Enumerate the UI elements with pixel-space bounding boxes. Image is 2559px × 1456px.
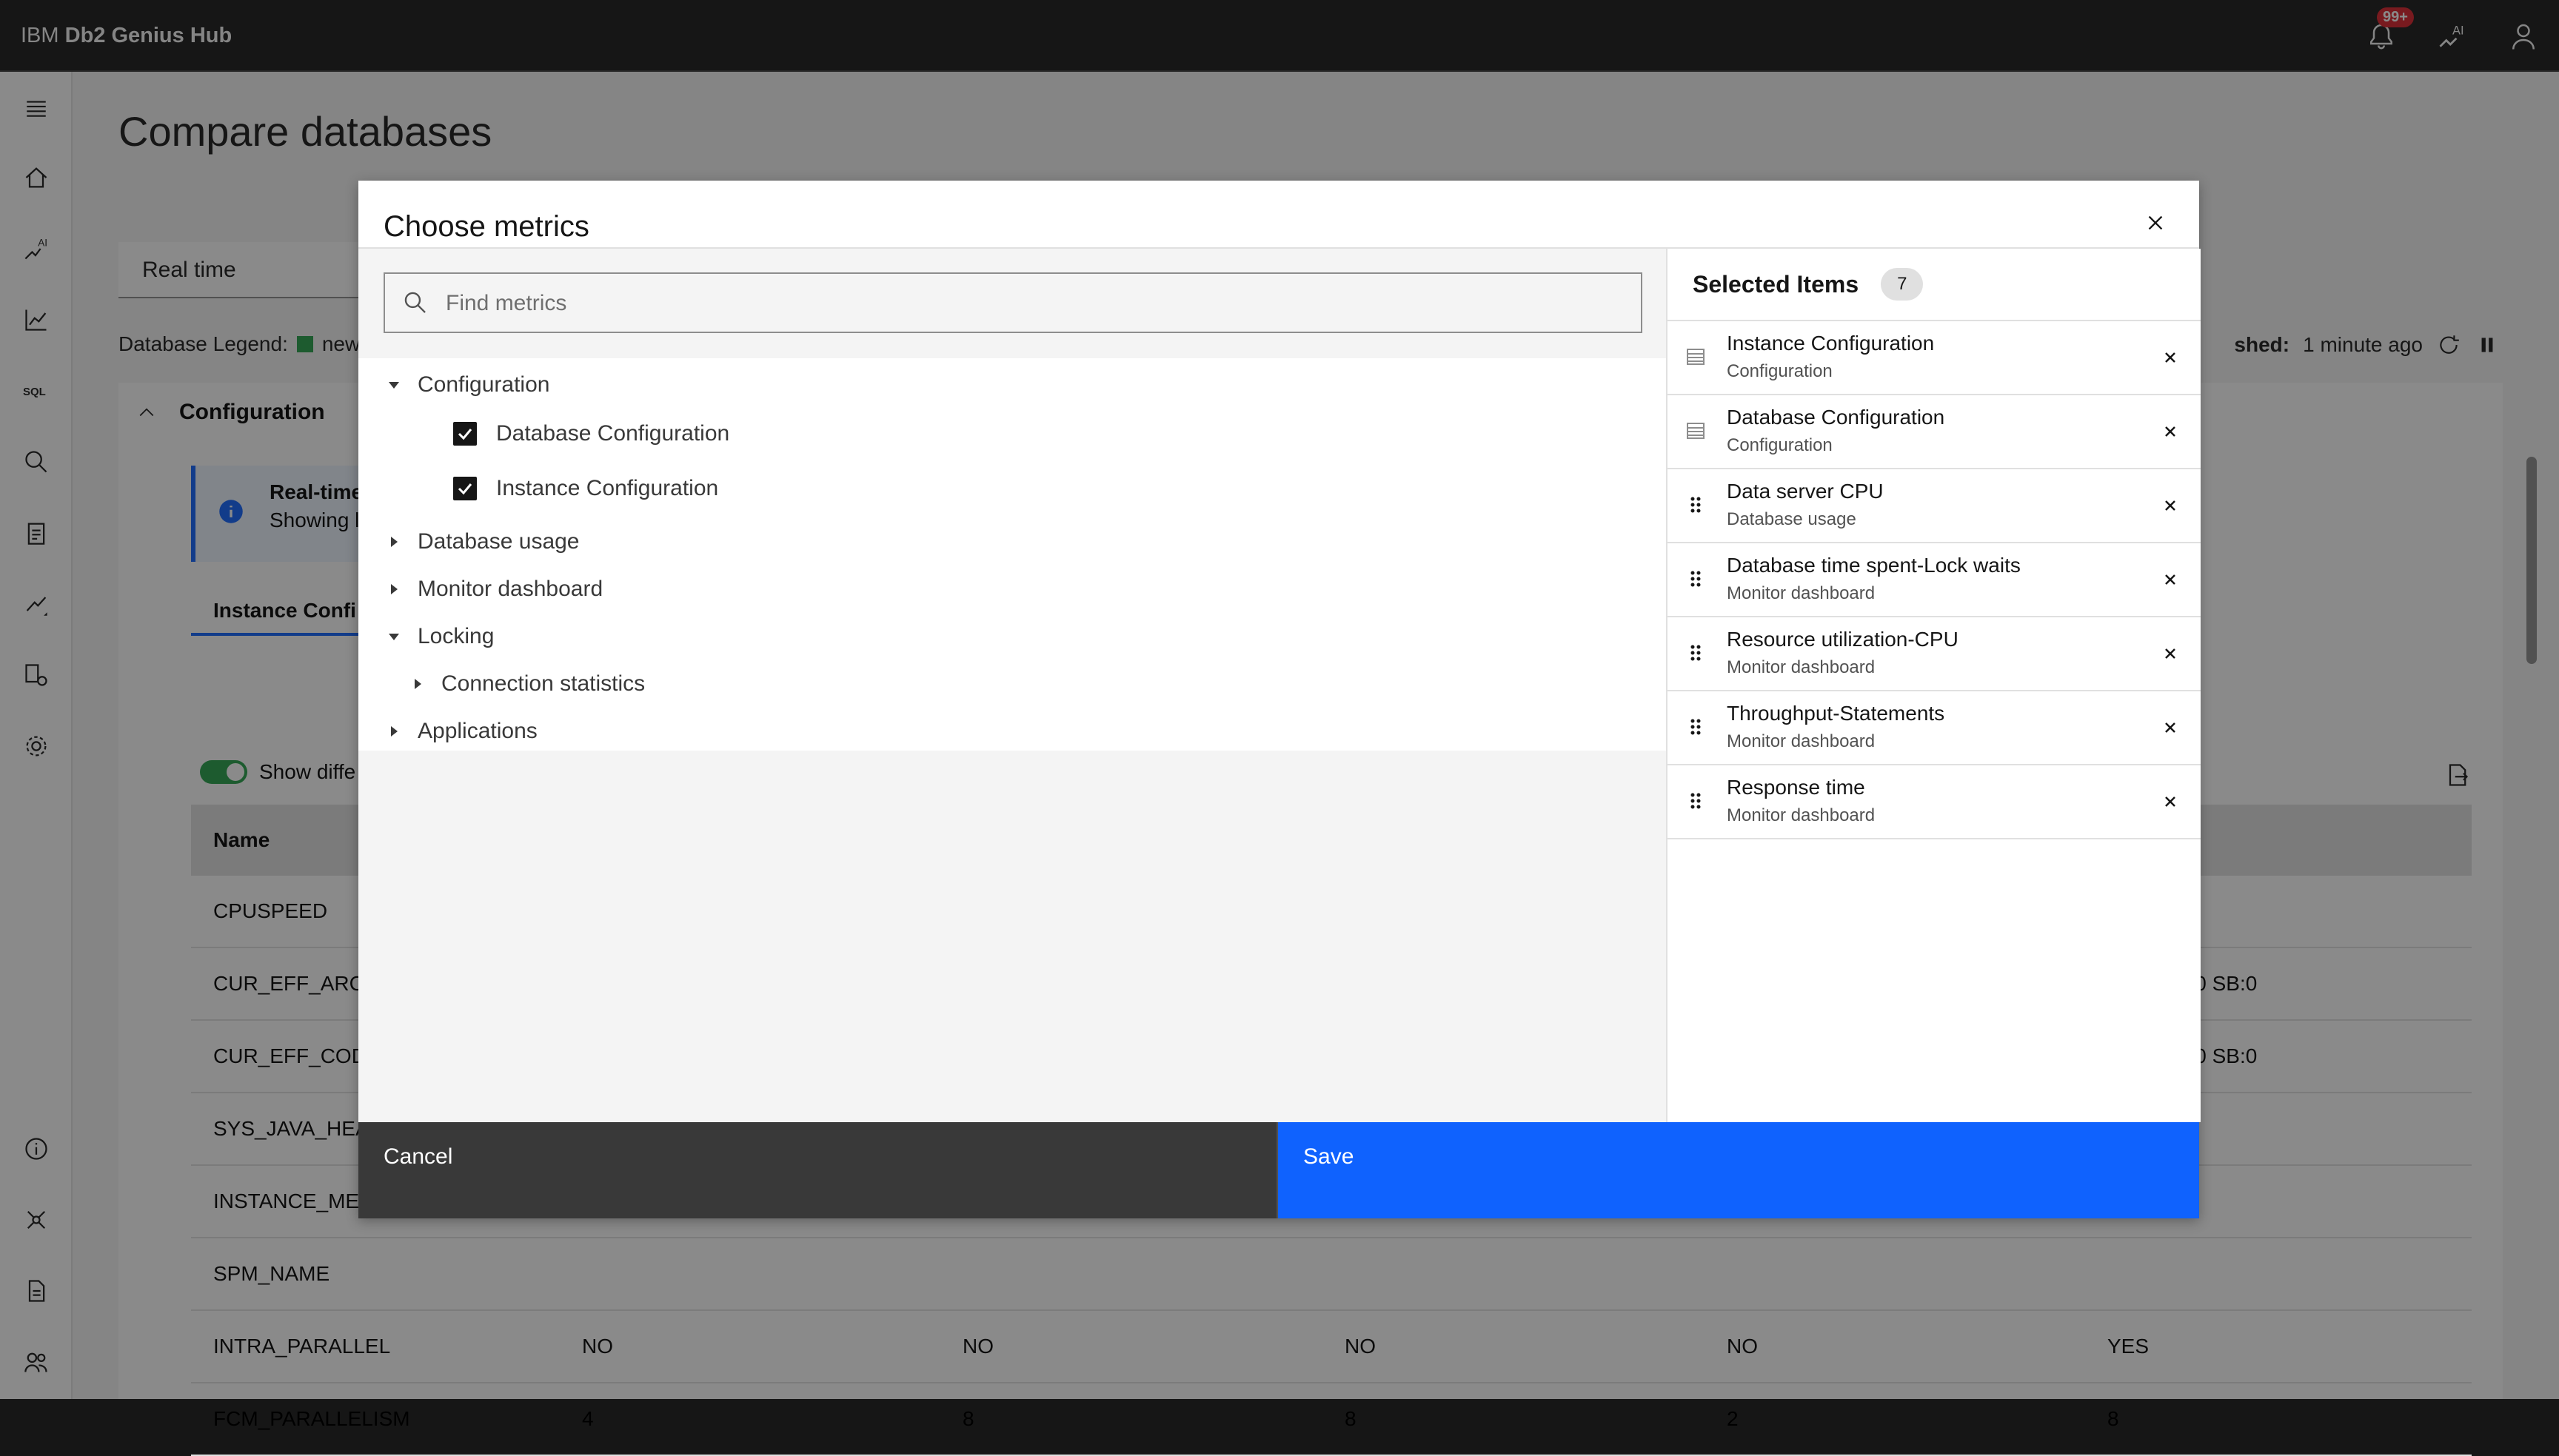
choose-metrics-modal: Choose metrics Configuration Database Co…: [358, 181, 2201, 1218]
tree-label-applications: Applications: [418, 719, 538, 743]
selected-item-title: Database Configuration: [1727, 406, 1945, 429]
selected-items-list: Instance Configuration Configuration Datab…: [1667, 320, 2201, 839]
remove-item-button[interactable]: [2156, 714, 2184, 742]
remove-item-button[interactable]: [2156, 492, 2184, 520]
tree-node-connection-statistics[interactable]: Connection statistics: [403, 662, 645, 706]
selected-item-title: Resource utilization-CPU: [1727, 628, 1958, 651]
tree-node-configuration[interactable]: Configuration: [379, 363, 549, 407]
remove-item-button[interactable]: [2156, 417, 2184, 446]
selected-items-count: 7: [1881, 268, 1924, 301]
tree-label-connection-statistics: Connection statistics: [441, 671, 646, 696]
tree-label-monitor-dashboard: Monitor dashboard: [418, 577, 603, 601]
drag-handle-icon[interactable]: [1684, 789, 1707, 813]
close-icon: [2165, 648, 2175, 659]
checkmark-icon: [458, 483, 472, 495]
save-button[interactable]: Save: [1278, 1122, 2199, 1218]
selected-items-pane: Selected Items 7 Instance Configuration C…: [1666, 249, 2201, 1122]
selected-item-title: Data server CPU: [1727, 480, 1884, 503]
cancel-button[interactable]: Cancel: [358, 1122, 1278, 1218]
tree-label-locking: Locking: [418, 624, 495, 648]
close-icon: [2165, 500, 2175, 511]
tree-label-instance-configuration: Instance Configuration: [496, 476, 719, 500]
checkmark-icon: [458, 429, 472, 440]
close-icon: [2165, 426, 2175, 437]
tree-node-database-usage[interactable]: Database usage: [379, 520, 580, 564]
modal-footer: Cancel Save: [358, 1122, 2199, 1218]
selected-item[interactable]: Response time Monitor dashboard: [1667, 764, 2201, 839]
selected-item[interactable]: Database Configuration Configuration: [1667, 394, 2201, 468]
caret-right-icon[interactable]: [379, 574, 409, 604]
selected-item[interactable]: Database time spent-Lock waits Monitor da…: [1667, 542, 2201, 616]
drag-handle-icon[interactable]: [1684, 641, 1707, 665]
checkbox-database-configuration[interactable]: [453, 422, 477, 446]
selected-item[interactable]: Data server CPU Database usage: [1667, 468, 2201, 542]
close-icon: [2165, 352, 2175, 363]
selected-item-category: Monitor dashboard: [1727, 657, 1876, 677]
list-icon: [1684, 419, 1707, 443]
selected-item-title: Response time: [1727, 776, 1865, 799]
drag-handle-icon[interactable]: [1684, 715, 1707, 739]
close-icon: [2165, 796, 2175, 807]
tree-label-configuration: Configuration: [418, 372, 550, 397]
selected-item-category: Database usage: [1727, 509, 1856, 529]
metrics-tree: Configuration Database Configuration Ins…: [358, 358, 1666, 751]
selected-item-title: Throughput-Statements: [1727, 702, 1945, 725]
caret-right-icon[interactable]: [403, 669, 432, 699]
caret-down-icon[interactable]: [379, 622, 409, 651]
tree-node-monitor-dashboard[interactable]: Monitor dashboard: [379, 567, 603, 611]
metrics-tree-pane: Configuration Database Configuration Ins…: [358, 249, 1666, 1122]
selected-item[interactable]: Instance Configuration Configuration: [1667, 320, 2201, 394]
close-icon: [2148, 215, 2163, 230]
selected-item[interactable]: Throughput-Statements Monitor dashboard: [1667, 690, 2201, 764]
remove-item-button[interactable]: [2156, 343, 2184, 372]
selected-items-header: Selected Items 7: [1693, 268, 1924, 301]
selected-items-title: Selected Items: [1693, 270, 1859, 298]
remove-item-button[interactable]: [2156, 788, 2184, 816]
close-icon: [2165, 722, 2175, 733]
remove-item-button[interactable]: [2156, 566, 2184, 594]
selected-item-title: Database time spent-Lock waits: [1727, 554, 2021, 577]
drag-handle-icon[interactable]: [1684, 493, 1707, 517]
modal-title: Choose metrics: [384, 210, 589, 243]
tree-label-database-usage: Database usage: [418, 529, 580, 554]
selected-item-title: Instance Configuration: [1727, 332, 1935, 355]
modal-close-button[interactable]: [2130, 197, 2181, 249]
selected-item-category: Monitor dashboard: [1727, 583, 1876, 603]
selected-item-category: Monitor dashboard: [1727, 805, 1876, 825]
close-icon: [2165, 574, 2175, 585]
tree-node-locking[interactable]: Locking: [379, 614, 494, 659]
checkbox-instance-configuration[interactable]: [453, 477, 477, 500]
caret-down-icon[interactable]: [379, 370, 409, 400]
selected-item[interactable]: Resource utilization-CPU Monitor dashboar…: [1667, 616, 2201, 690]
tree-label-database-configuration: Database Configuration: [496, 421, 730, 446]
drag-handle-icon[interactable]: [1684, 567, 1707, 591]
caret-right-icon[interactable]: [379, 717, 409, 746]
caret-right-icon[interactable]: [379, 527, 409, 557]
find-metrics-search: [384, 272, 1642, 333]
list-icon: [1684, 345, 1707, 369]
tree-node-database-configuration[interactable]: Database Configuration: [453, 412, 729, 456]
search-input[interactable]: [444, 274, 1617, 333]
remove-item-button[interactable]: [2156, 640, 2184, 668]
search-icon: [404, 292, 426, 313]
tree-node-instance-configuration[interactable]: Instance Configuration: [453, 466, 718, 511]
selected-item-category: Monitor dashboard: [1727, 731, 1876, 751]
selected-item-category: Configuration: [1727, 435, 1833, 455]
selected-item-category: Configuration: [1727, 361, 1833, 381]
tree-node-applications[interactable]: Applications: [379, 709, 538, 754]
